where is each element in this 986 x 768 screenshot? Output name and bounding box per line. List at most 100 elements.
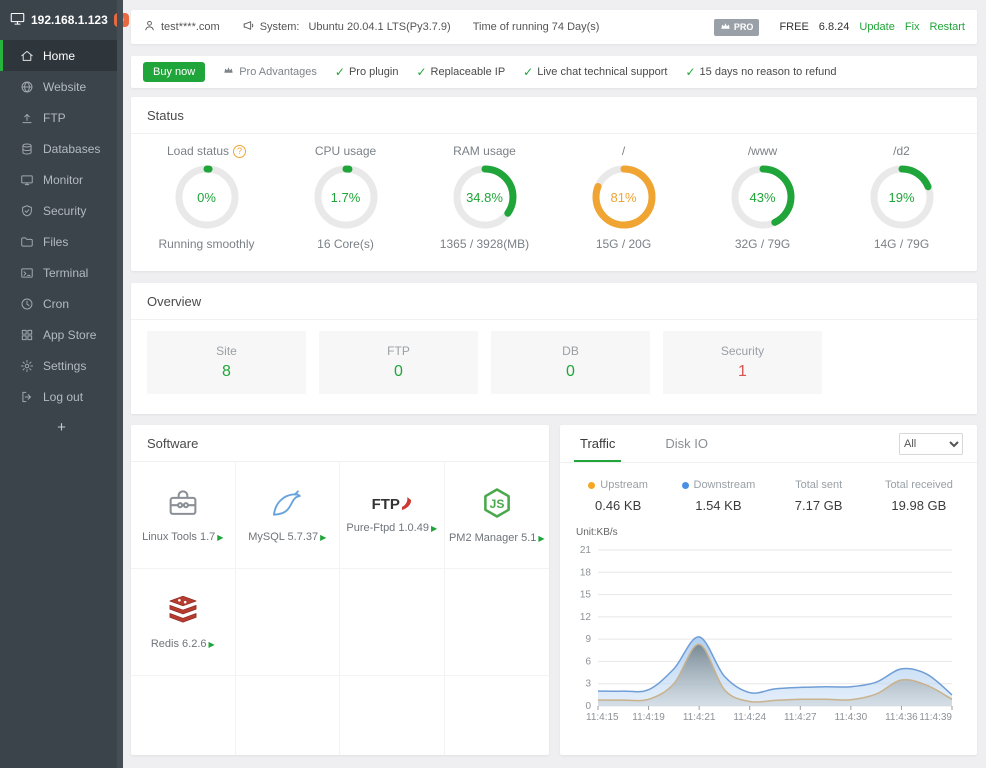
sidebar-item-label: App Store <box>43 328 96 342</box>
sidebar-item-label: Databases <box>43 142 100 156</box>
sidebar-item-website[interactable]: Website <box>0 71 123 102</box>
grid-icon <box>20 328 34 342</box>
software-empty-cell <box>445 569 550 676</box>
traffic-stat-value: 1.54 KB <box>695 498 741 513</box>
running-indicator-icon: ▶ <box>217 533 223 542</box>
traffic-stat: Downstream 1.54 KB <box>668 479 768 513</box>
traffic-stat-label: Total sent <box>795 479 842 491</box>
user-icon <box>143 19 156 35</box>
overview-stat-site[interactable]: Site 8 <box>147 331 306 394</box>
overview-stat-label: FTP <box>387 344 410 358</box>
sidebar-item-app-store[interactable]: App Store <box>0 319 123 350</box>
software-item-pure-ftpd[interactable]: FTP Pure-Ftpd 1.0.49 ▶ <box>340 462 445 569</box>
sidebar-item-terminal[interactable]: Terminal <box>0 257 123 288</box>
tab-traffic[interactable]: Traffic <box>574 425 621 462</box>
sidebar-item-monitor[interactable]: Monitor <box>0 164 123 195</box>
svg-text:0: 0 <box>585 701 591 712</box>
software-name: Pure-Ftpd 1.0.49 <box>346 522 429 534</box>
traffic-chart: 03691215182111:4:1511:4:1911:4:2111:4:24… <box>560 538 977 739</box>
status-gauge: CPU usage 1.7% 16 Core(s) <box>276 144 415 251</box>
gauge-value: 1.7% <box>313 164 379 230</box>
traffic-stat-label: Upstream <box>600 479 648 491</box>
sidebar-item-cron[interactable]: Cron <box>0 288 123 319</box>
sidebar-scrollbar[interactable] <box>117 0 123 768</box>
server-header[interactable]: 192.168.1.123 0 <box>0 0 123 40</box>
traffic-stat: Total received 19.98 GB <box>869 479 969 513</box>
gauge-value: 34.8% <box>452 164 518 230</box>
promo-feature: ✓ 15 days no reason to refund <box>685 65 836 79</box>
svg-text:21: 21 <box>580 545 592 556</box>
sidebar-item-databases[interactable]: Databases <box>0 133 123 164</box>
sidebar-item-home[interactable]: Home <box>0 40 123 71</box>
traffic-range-select[interactable]: All <box>899 433 963 455</box>
panel-version: 6.8.24 <box>819 21 850 33</box>
status-gauge: /d2 19% 14G / 79G <box>832 144 971 251</box>
system-group: System: Ubuntu 20.04.1 LTS(Py3.7.9) <box>242 19 451 35</box>
sidebar-item-label: Monitor <box>43 173 83 187</box>
tab-disk-io[interactable]: Disk IO <box>659 425 714 462</box>
sidebar-add-button[interactable]: + <box>0 412 123 443</box>
traffic-stat-value: 19.98 GB <box>891 498 946 513</box>
gauge-value: 81% <box>591 164 657 230</box>
software-item-pm2[interactable]: JS PM2 Manager 5.1 ▶ <box>445 462 550 569</box>
sidebar: 192.168.1.123 0 Home Website FTP Databas… <box>0 0 123 768</box>
megaphone-icon <box>242 19 255 35</box>
legend-dot <box>682 482 689 489</box>
status-gauge: /www 43% 32G / 79G <box>693 144 832 251</box>
overview-stat-label: Security <box>721 344 764 358</box>
sidebar-nav: Home Website FTP Databases Monitor Secur… <box>0 40 123 412</box>
overview-stat-value: 1 <box>738 363 747 381</box>
overview-stat-security[interactable]: Security 1 <box>663 331 822 394</box>
ftp-icon: FTP <box>372 496 412 513</box>
software-name: Linux Tools 1.7 <box>142 531 215 543</box>
software-item-mysql[interactable]: MySQL 5.7.37 ▶ <box>236 462 341 569</box>
traffic-stat-label: Total received <box>885 479 953 491</box>
software-item-redis[interactable]: Redis 6.2.6 ▶ <box>131 569 236 676</box>
software-item-linux[interactable]: Linux Tools 1.7 ▶ <box>131 462 236 569</box>
svg-text:11:4:27: 11:4:27 <box>784 712 817 723</box>
logout-icon <box>20 390 34 404</box>
sidebar-item-files[interactable]: Files <box>0 226 123 257</box>
gauge-subtext: 15G / 20G <box>596 237 651 251</box>
svg-text:6: 6 <box>585 656 591 667</box>
running-indicator-icon: ▶ <box>538 534 544 543</box>
sidebar-item-security[interactable]: Security <box>0 195 123 226</box>
gauge-value: 0% <box>174 164 240 230</box>
buy-now-button[interactable]: Buy now <box>143 62 205 82</box>
software-empty-cell <box>131 676 236 755</box>
overview-stat-value: 0 <box>566 363 575 381</box>
restart-link[interactable]: Restart <box>930 21 965 33</box>
update-link[interactable]: Update <box>859 21 894 33</box>
overview-stat-value: 0 <box>394 363 403 381</box>
sidebar-item-label: FTP <box>43 111 66 125</box>
overview-stat-db[interactable]: DB 0 <box>491 331 650 394</box>
software-empty-cell <box>236 569 341 676</box>
pro-badge[interactable]: PRO <box>714 19 760 36</box>
sidebar-item-label: Home <box>43 49 75 63</box>
server-ip: 192.168.1.123 <box>31 13 108 27</box>
sidebar-item-ftp[interactable]: FTP <box>0 102 123 133</box>
svg-text:18: 18 <box>580 567 592 578</box>
sidebar-item-settings[interactable]: Settings <box>0 350 123 381</box>
svg-text:11:4:30: 11:4:30 <box>835 712 868 723</box>
svg-text:11:4:21: 11:4:21 <box>683 712 716 723</box>
overview-stat-value: 8 <box>222 363 231 381</box>
gauge-subtext: Running smoothly <box>158 237 254 251</box>
main-content: test****.com System: Ubuntu 20.04.1 LTS(… <box>123 0 986 768</box>
overview-stat-ftp[interactable]: FTP 0 <box>319 331 478 394</box>
traffic-stat: Total sent 7.17 GB <box>769 479 869 513</box>
check-icon: ✓ <box>335 65 345 79</box>
fix-link[interactable]: Fix <box>905 21 920 33</box>
help-icon[interactable]: ? <box>233 145 246 158</box>
sidebar-item-log-out[interactable]: Log out <box>0 381 123 412</box>
user-group[interactable]: test****.com <box>143 19 220 35</box>
svg-text:3: 3 <box>585 679 591 690</box>
running-indicator-icon: ▶ <box>320 533 326 542</box>
software-empty-cell <box>340 676 445 755</box>
svg-text:9: 9 <box>585 634 591 645</box>
pm2-icon: JS <box>480 486 514 523</box>
promo-feature: ✓ Replaceable IP <box>416 65 505 79</box>
sidebar-item-label: Files <box>43 235 68 249</box>
folder-icon <box>20 235 34 249</box>
software-name: Redis 6.2.6 <box>151 638 207 650</box>
